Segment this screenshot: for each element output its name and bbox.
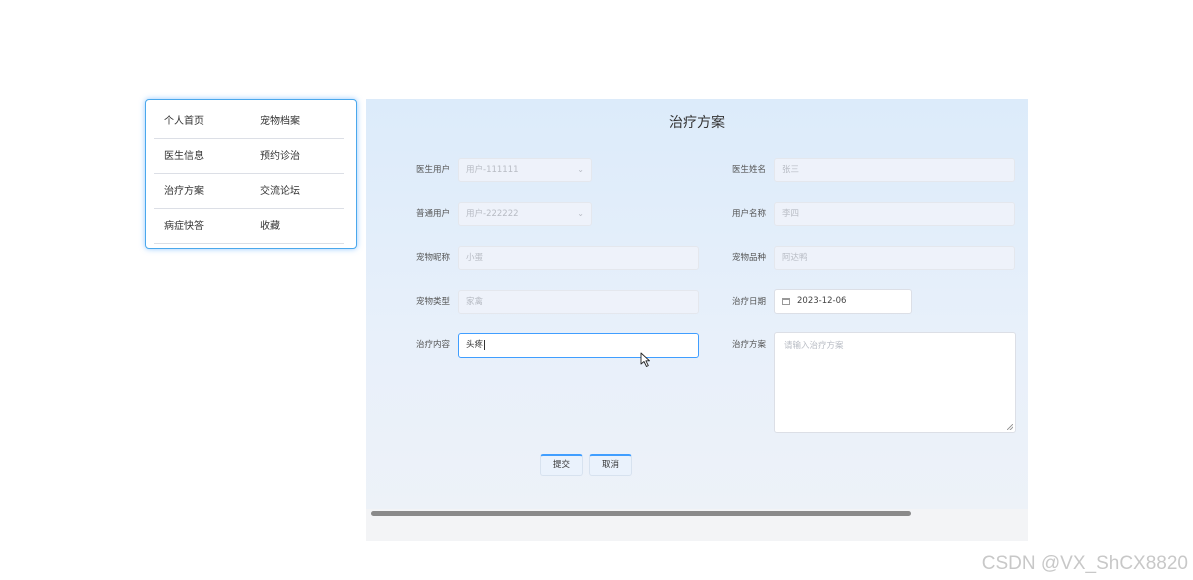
treat-date-picker[interactable]: 2023-12-06 bbox=[774, 289, 912, 314]
mouse-pointer-icon bbox=[640, 352, 650, 367]
user-name-value: 李四 bbox=[782, 209, 800, 219]
nav-row: 医生信息 预约诊治 bbox=[154, 140, 344, 174]
text-caret bbox=[484, 339, 486, 350]
nav-row: 个人首页 宠物档案 bbox=[154, 105, 344, 139]
doctor-user-label: 医生用户 bbox=[416, 165, 451, 175]
nav-item-doctor-info[interactable]: 医生信息 bbox=[164, 140, 204, 174]
watermark: CSDN @VX_ShCX8820 bbox=[981, 553, 1188, 574]
chevron-down-icon: ⌄ bbox=[577, 209, 584, 218]
nav-item-home[interactable]: 个人首页 bbox=[164, 105, 204, 139]
calendar-icon bbox=[782, 298, 790, 305]
pet-type-label: 宠物类型 bbox=[416, 297, 451, 307]
treat-plan-label: 治疗方案 bbox=[732, 340, 767, 350]
treat-plan-placeholder: 请输入治疗方案 bbox=[784, 341, 844, 351]
pet-type-field[interactable]: 家禽 bbox=[458, 290, 699, 314]
pet-breed-value: 阿达鸭 bbox=[782, 253, 808, 263]
scrollbar-thumb[interactable] bbox=[371, 511, 911, 516]
normal-user-value: 用户-222222 bbox=[466, 209, 519, 219]
resize-handle-icon[interactable] bbox=[1007, 424, 1013, 430]
nav-item-pet-records[interactable]: 宠物档案 bbox=[260, 105, 300, 139]
nav-item-treatment-plan[interactable]: 治疗方案 bbox=[164, 175, 204, 209]
chevron-down-icon: ⌄ bbox=[577, 165, 584, 174]
treat-content-input[interactable]: 头疼 bbox=[458, 333, 699, 358]
doctor-user-value: 用户-111111 bbox=[466, 165, 519, 175]
nav-item-favorites[interactable]: 收藏 bbox=[260, 210, 280, 244]
normal-user-label: 普通用户 bbox=[416, 209, 451, 219]
pet-nickname-label: 宠物昵称 bbox=[416, 253, 451, 263]
pet-breed-field[interactable]: 阿达鸭 bbox=[774, 246, 1015, 270]
treat-plan-textarea[interactable]: 请输入治疗方案 bbox=[774, 332, 1016, 433]
user-name-field[interactable]: 李四 bbox=[774, 202, 1015, 226]
cancel-button[interactable]: 取消 bbox=[589, 454, 632, 476]
nav-item-appointment[interactable]: 预约诊治 bbox=[260, 140, 300, 174]
nav-item-forum[interactable]: 交流论坛 bbox=[260, 175, 300, 209]
pet-nickname-field[interactable]: 小蛋 bbox=[458, 246, 699, 270]
nav-item-quick-answer[interactable]: 病症快答 bbox=[164, 210, 204, 244]
nav-menu: 个人首页 宠物档案 医生信息 预约诊治 治疗方案 交流论坛 病症快答 收藏 bbox=[145, 99, 357, 249]
submit-button[interactable]: 提交 bbox=[540, 454, 583, 476]
pet-breed-label: 宠物品种 bbox=[732, 253, 767, 263]
doctor-name-label: 医生姓名 bbox=[732, 165, 767, 175]
nav-row: 病症快答 收藏 bbox=[154, 210, 344, 244]
treat-date-value: 2023-12-06 bbox=[797, 296, 847, 306]
treatment-form-panel: 治疗方案 医生用户 用户-111111 ⌄ 医生姓名 张三 普通用户 用户-22… bbox=[366, 99, 1028, 541]
doctor-user-select[interactable]: 用户-111111 ⌄ bbox=[458, 158, 592, 182]
nav-row: 治疗方案 交流论坛 bbox=[154, 175, 344, 209]
page-title: 治疗方案 bbox=[669, 115, 725, 131]
pet-nickname-value: 小蛋 bbox=[466, 253, 484, 263]
treat-date-label: 治疗日期 bbox=[732, 297, 767, 307]
pet-type-value: 家禽 bbox=[466, 297, 484, 307]
treat-content-value: 头疼 bbox=[466, 340, 484, 350]
treat-content-label: 治疗内容 bbox=[416, 340, 451, 350]
doctor-name-value: 张三 bbox=[782, 165, 800, 175]
doctor-name-field[interactable]: 张三 bbox=[774, 158, 1015, 182]
normal-user-select[interactable]: 用户-222222 ⌄ bbox=[458, 202, 592, 226]
user-name-label: 用户名称 bbox=[732, 209, 767, 219]
